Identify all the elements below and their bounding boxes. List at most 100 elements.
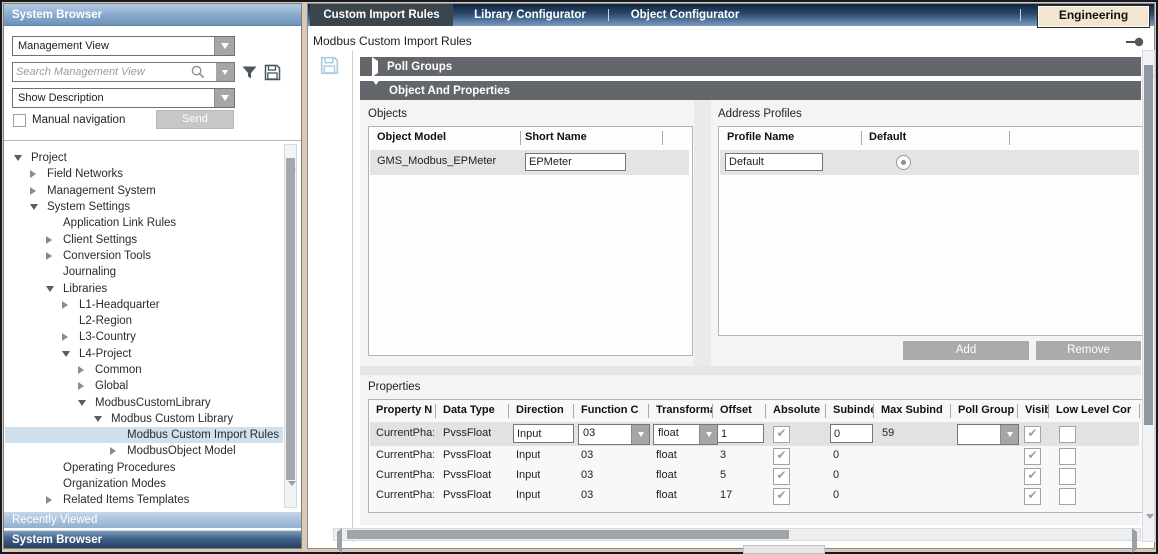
horizontal-scrollbar[interactable] <box>333 528 1141 541</box>
tree-item-modbusobject-model[interactable]: ModbusObject Model <box>5 443 283 459</box>
properties-col-9[interactable]: Poll Group <box>958 404 1017 416</box>
system-browser-bar[interactable]: System Browser <box>4 530 301 548</box>
objects-row[interactable]: GMS_Modbus_EPMeter <box>370 150 689 175</box>
properties-row-0[interactable]: CurrentPha:PvssFloat03float✔59✔ <box>370 422 1139 446</box>
short-name-input[interactable] <box>525 153 626 171</box>
tree-item-l1-headquarter[interactable]: L1-Headquarter <box>5 297 283 313</box>
default-radio[interactable] <box>896 155 911 170</box>
objects-col-object-model[interactable]: Object Model <box>377 131 446 143</box>
low-level-checkbox[interactable] <box>1059 426 1076 443</box>
tree-expand-icon[interactable] <box>62 301 79 309</box>
chevron-down-icon[interactable] <box>631 425 649 444</box>
low-level-checkbox[interactable] <box>1059 468 1076 485</box>
scroll-down-icon[interactable] <box>1146 519 1154 537</box>
tree-collapse-icon[interactable] <box>30 204 47 210</box>
scroll-right-icon[interactable] <box>1132 532 1137 550</box>
tree-item-l2-region[interactable]: L2-Region <box>5 313 283 329</box>
tree-collapse-icon[interactable] <box>78 400 95 406</box>
tree-expand-icon[interactable] <box>30 187 47 195</box>
absolute-checkbox[interactable]: ✔ <box>773 426 790 443</box>
chevron-down-icon[interactable] <box>214 89 234 107</box>
tree-item-common[interactable]: Common <box>5 362 283 378</box>
tab-custom-import-rules[interactable]: Custom Import Rules <box>310 4 453 26</box>
recently-viewed-bar[interactable]: Recently Viewed <box>4 511 301 528</box>
tree-item-project[interactable]: Project <box>5 150 283 166</box>
add-button[interactable]: Add <box>903 341 1029 360</box>
properties-col-5[interactable]: Offset <box>720 404 765 416</box>
tree-expand-icon[interactable] <box>78 382 95 390</box>
chevron-down-icon[interactable] <box>699 425 717 444</box>
properties-col-8[interactable]: Max Subind <box>881 404 950 416</box>
save-filter-icon[interactable] <box>264 64 281 81</box>
horizontal-scrollbar-thumb[interactable] <box>347 530 789 539</box>
tree-item-operating-procedures[interactable]: Operating Procedures <box>5 460 283 476</box>
properties-col-1[interactable]: Data Type <box>443 404 508 416</box>
tree-collapse-icon[interactable] <box>46 286 63 292</box>
absolute-checkbox[interactable]: ✔ <box>773 488 790 505</box>
object-and-properties-header[interactable]: Object And Properties <box>360 81 1141 100</box>
tree-expand-icon[interactable] <box>46 496 63 504</box>
profiles-col-default[interactable]: Default <box>869 131 906 143</box>
low-level-checkbox[interactable] <box>1059 488 1076 505</box>
send-button[interactable]: Send <box>156 110 234 129</box>
properties-col-2[interactable]: Direction <box>516 404 573 416</box>
properties-col-6[interactable]: Absolute <box>773 404 825 416</box>
chevron-down-icon[interactable] <box>214 37 234 55</box>
search-icon[interactable] <box>191 65 205 79</box>
properties-col-7[interactable]: Subinde <box>833 404 873 416</box>
tab-library-configurator[interactable]: Library Configurator <box>454 4 606 26</box>
tab-object-configurator[interactable]: Object Configurator <box>610 4 760 26</box>
tree-scrollbar-thumb[interactable] <box>286 158 295 480</box>
remove-button[interactable]: Remove <box>1036 341 1141 360</box>
tree-item-application-link-rules[interactable]: Application Link Rules <box>5 215 283 231</box>
tree-item-global[interactable]: Global <box>5 378 283 394</box>
search-options-chevron-icon[interactable] <box>216 63 234 81</box>
subindex-input[interactable] <box>830 424 873 443</box>
pin-icon[interactable] <box>1126 37 1144 47</box>
window-resize-grip[interactable] <box>743 545 825 554</box>
tree-item-client-settings[interactable]: Client Settings <box>5 231 283 247</box>
visibility-checkbox[interactable]: ✔ <box>1024 468 1041 485</box>
view-selector-dropdown[interactable]: Management View <box>12 36 235 56</box>
profiles-col-profile-name[interactable]: Profile Name <box>727 131 794 143</box>
profile-name-input[interactable] <box>725 153 823 171</box>
objects-col-short-name[interactable]: Short Name <box>525 131 587 143</box>
properties-row-1[interactable]: CurrentPha:PvssFloatInput03float3✔0✔ <box>370 446 1139 466</box>
tree-item-modbus-custom-import-rules[interactable]: Modbus Custom Import Rules <box>5 427 283 443</box>
vertical-scrollbar[interactable] <box>1142 50 1155 542</box>
properties-col-3[interactable]: Function C <box>581 404 648 416</box>
properties-row-3[interactable]: CurrentPha:PvssFloatInput03float17✔0✔ <box>370 486 1139 506</box>
tree-item-modbuscustomlibrary[interactable]: ModbusCustomLibrary <box>5 394 283 410</box>
tree-item-related-items-templates[interactable]: Related Items Templates <box>5 492 283 508</box>
tree-collapse-icon[interactable] <box>14 155 31 161</box>
poll-groups-header[interactable]: Poll Groups <box>360 57 1141 76</box>
tree-item-organization-modes[interactable]: Organization Modes <box>5 476 283 492</box>
filter-icon[interactable] <box>241 64 258 81</box>
tree-item-field-networks[interactable]: Field Networks <box>5 166 283 182</box>
tree-expand-icon[interactable] <box>46 236 63 244</box>
tree-expand-icon[interactable] <box>30 170 47 178</box>
absolute-checkbox[interactable]: ✔ <box>773 448 790 465</box>
poll-group-dropdown[interactable] <box>957 424 1019 445</box>
properties-col-0[interactable]: Property N <box>376 404 435 416</box>
properties-col-4[interactable]: Transformat <box>656 404 712 416</box>
save-icon[interactable] <box>320 56 339 75</box>
tree-expand-icon[interactable] <box>46 252 63 260</box>
tree-collapse-icon[interactable] <box>62 351 79 357</box>
tree-expand-icon[interactable] <box>78 366 95 374</box>
display-mode-dropdown[interactable]: Show Description <box>12 88 235 108</box>
visibility-checkbox[interactable]: ✔ <box>1024 488 1041 505</box>
tree-expand-icon[interactable] <box>110 447 127 455</box>
offset-input[interactable] <box>717 424 764 443</box>
tree-item-system-settings[interactable]: System Settings <box>5 199 283 215</box>
manual-navigation-checkbox[interactable] <box>13 114 26 127</box>
properties-row-2[interactable]: CurrentPha:PvssFloatInput03float5✔0✔ <box>370 466 1139 486</box>
direction-input[interactable] <box>513 424 574 443</box>
tree-scrollbar[interactable] <box>284 144 297 508</box>
tree-item-conversion-tools[interactable]: Conversion Tools <box>5 248 283 264</box>
tree-item-libraries[interactable]: Libraries <box>5 280 283 296</box>
scroll-down-icon[interactable] <box>288 486 296 504</box>
scroll-left-icon[interactable] <box>337 532 342 550</box>
tree-collapse-icon[interactable] <box>94 416 111 422</box>
absolute-checkbox[interactable]: ✔ <box>773 468 790 485</box>
